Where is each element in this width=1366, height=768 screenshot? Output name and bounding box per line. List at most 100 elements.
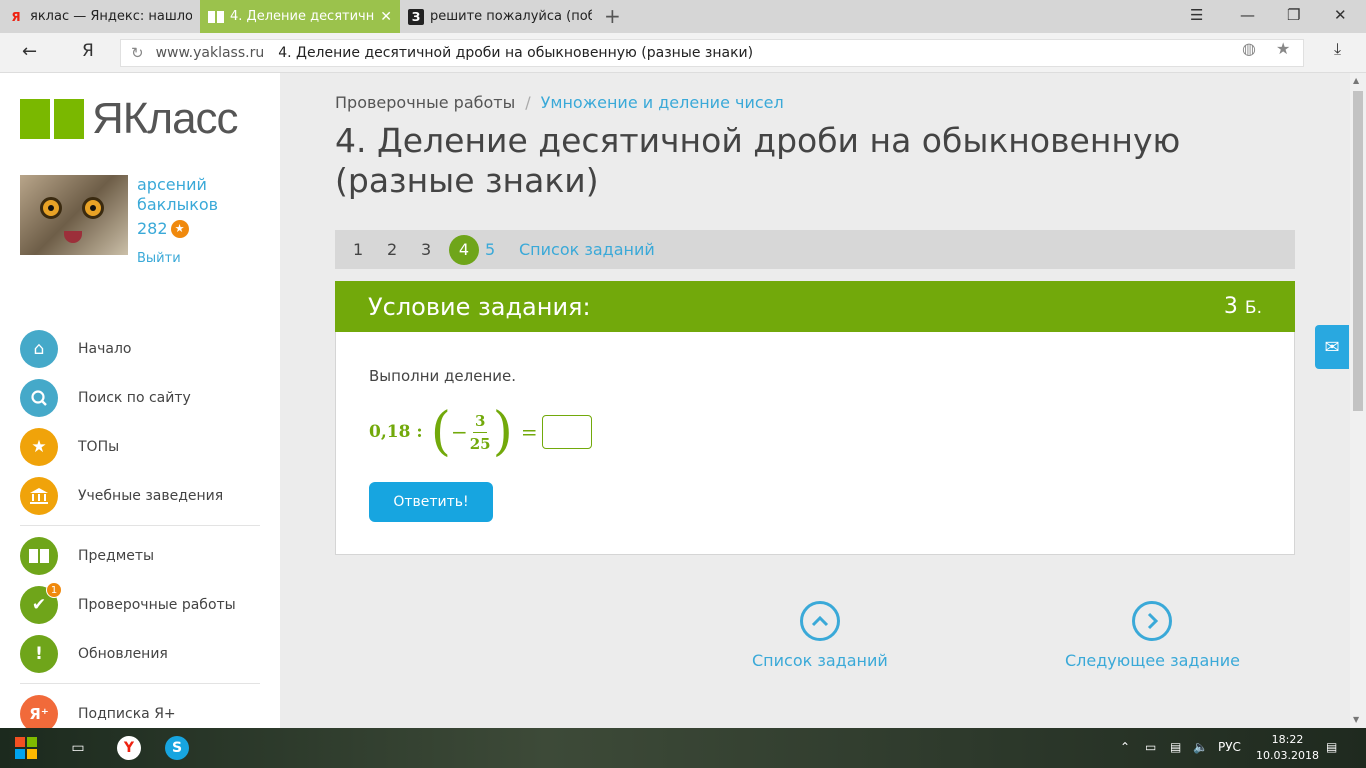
task-list-link[interactable]: Список заданий: [519, 240, 655, 259]
task-view-icon[interactable]: ▭: [66, 736, 90, 760]
nav-label: Проверочные работы: [78, 597, 236, 613]
task-points: 3 Б.: [1224, 294, 1262, 319]
page-scrollbar[interactable]: ▲ ▼: [1350, 73, 1366, 728]
scrollbar-thumb[interactable]: [1353, 91, 1363, 411]
user-score: 282 ★: [137, 219, 189, 238]
submit-answer-button[interactable]: Ответить!: [369, 482, 493, 522]
step-2[interactable]: 2: [387, 240, 421, 259]
system-clock[interactable]: 18:22 10.03.2018: [1256, 732, 1319, 764]
nav-divider: [20, 683, 260, 684]
avatar[interactable]: [20, 175, 128, 255]
fraction-denominator: 25: [469, 434, 491, 453]
address-bar: ← Я ↻ www.yaklass.ru 4. Деление десятичн…: [0, 33, 1366, 73]
skype-icon[interactable]: S: [165, 736, 189, 760]
logo-book-icon: [20, 97, 86, 141]
next-task-link[interactable]: Следующее задание: [1065, 601, 1240, 670]
reload-icon[interactable]: ↻: [131, 44, 144, 62]
back-arrow-icon[interactable]: ←: [22, 41, 37, 62]
user-name-link[interactable]: арсений баклыков: [137, 175, 267, 215]
page-title: 4. Деление десятичной дроби на обыкновен…: [335, 121, 1181, 200]
tab-title: 4. Деление десятичной д: [230, 9, 375, 24]
nav-label: Обновления: [78, 646, 168, 662]
task-points-unit: Б.: [1244, 298, 1262, 318]
yandex-browser-icon[interactable]: Y: [117, 736, 141, 760]
formula-equals: =: [520, 420, 538, 444]
windows-start-icon[interactable]: [14, 736, 38, 760]
feedback-mail-button[interactable]: ✉: [1315, 325, 1349, 369]
znanija-favicon-icon: З: [408, 8, 424, 25]
url-field[interactable]: ↻ www.yaklass.ru 4. Деление десятичной д…: [120, 39, 1304, 67]
breadcrumb-separator: /: [525, 93, 531, 112]
answer-input[interactable]: [541, 415, 592, 449]
user-score-value: 282: [137, 219, 168, 238]
next-task-label: Следующее задание: [1065, 651, 1240, 670]
nav-item-search[interactable]: Поиск по сайту: [20, 378, 191, 418]
nav-item-institutions[interactable]: Учебные заведения: [20, 476, 223, 516]
breadcrumb-root[interactable]: Проверочные работы: [335, 93, 515, 112]
task-points-value: 3: [1223, 294, 1238, 319]
minimize-icon[interactable]: —: [1240, 6, 1255, 24]
notifications-icon[interactable]: ▤: [1326, 740, 1337, 754]
nav-item-updates[interactable]: ! Обновления: [20, 634, 168, 674]
url-domain: www.yaklass.ru: [155, 45, 265, 61]
tab-znanija[interactable]: З решите пожалуйса (побыст: [400, 0, 600, 33]
step-4-current: 4: [449, 234, 479, 265]
formula-fraction: 3 25: [470, 412, 491, 453]
nav-label: Учебные заведения: [78, 488, 224, 504]
nav-label: Предметы: [78, 548, 155, 564]
clock-date: 10.03.2018: [1256, 749, 1319, 762]
exclamation-icon: !: [20, 635, 58, 673]
chevron-right-icon: [1132, 601, 1173, 641]
yaklass-logo[interactable]: ЯКласс: [20, 94, 239, 143]
step-5[interactable]: 5: [485, 240, 519, 259]
scroll-down-icon[interactable]: ▼: [1353, 715, 1359, 724]
logo-text: ЯКласс: [92, 94, 239, 143]
tab-title: решите пожалуйса (побыст: [430, 9, 592, 24]
mail-icon: ✉: [1324, 336, 1340, 358]
bottom-task-list-link[interactable]: Список заданий: [752, 601, 888, 670]
breadcrumb-current[interactable]: Умножение и деление чисел: [541, 93, 784, 112]
restore-icon[interactable]: ❐: [1287, 6, 1300, 24]
book-favicon-icon: [208, 9, 224, 25]
nav-item-home[interactable]: ⌂ Начало: [20, 329, 131, 369]
close-window-icon[interactable]: ✕: [1334, 6, 1347, 24]
menu-icon[interactable]: ☰: [1190, 6, 1203, 24]
nav-item-tops[interactable]: ★ ТОПы: [20, 427, 119, 467]
check-icon: ✔ 1: [20, 582, 62, 624]
breadcrumb: Проверочные работы / Умножение и деление ч…: [335, 93, 784, 112]
main-content: Проверочные работы / Умножение и деление ч…: [280, 73, 1350, 728]
nav-divider: [20, 525, 260, 526]
step-1[interactable]: 1: [353, 240, 387, 259]
input-language[interactable]: РУС: [1218, 740, 1241, 754]
formula-dividend: 0,18: [369, 422, 411, 442]
notification-badge: 1: [46, 582, 62, 598]
close-tab-icon[interactable]: ✕: [380, 9, 392, 25]
new-tab-button[interactable]: +: [604, 4, 621, 28]
nav-item-tests[interactable]: ✔ 1 Проверочные работы: [20, 582, 236, 625]
score-star-icon: ★: [170, 219, 189, 238]
scroll-up-icon[interactable]: ▲: [1353, 76, 1359, 85]
volume-icon[interactable]: 🔈: [1193, 740, 1208, 754]
bottom-task-list-label: Список заданий: [752, 651, 888, 670]
tab-yaklass-task[interactable]: 4. Деление десятичной д ✕: [200, 0, 400, 33]
battery-icon[interactable]: ▭: [1145, 740, 1156, 754]
logout-link[interactable]: Выйти: [137, 251, 181, 266]
protect-icon[interactable]: ◍: [1242, 39, 1256, 58]
yandex-favicon-icon: Я: [11, 9, 21, 24]
tray-arrow-icon[interactable]: ⌃: [1120, 740, 1130, 754]
network-icon[interactable]: ▤: [1170, 740, 1181, 754]
institution-icon: [20, 477, 58, 515]
download-icon[interactable]: ⤓: [1334, 39, 1341, 59]
formula-right-paren: ): [492, 402, 513, 462]
formula-left-paren: (: [430, 402, 451, 462]
search-icon: [20, 379, 58, 417]
math-formula: 0,18 : ( − 3 25 ) =: [369, 406, 592, 458]
star-icon: ★: [20, 428, 58, 466]
nav-label: Подписка Я+: [78, 706, 176, 722]
tab-yandex-search[interactable]: Я яклас — Яндекс: нашлось: [0, 0, 200, 33]
yandex-button[interactable]: Я: [82, 41, 94, 61]
bookmark-star-icon[interactable]: ★: [1276, 39, 1290, 58]
task-steps: 1 2 3 4 5 Список заданий: [335, 230, 1295, 269]
nav-item-subjects[interactable]: Предметы: [20, 536, 154, 576]
browser-tab-bar: Я яклас — Яндекс: нашлось 4. Деление дес…: [0, 0, 1366, 33]
